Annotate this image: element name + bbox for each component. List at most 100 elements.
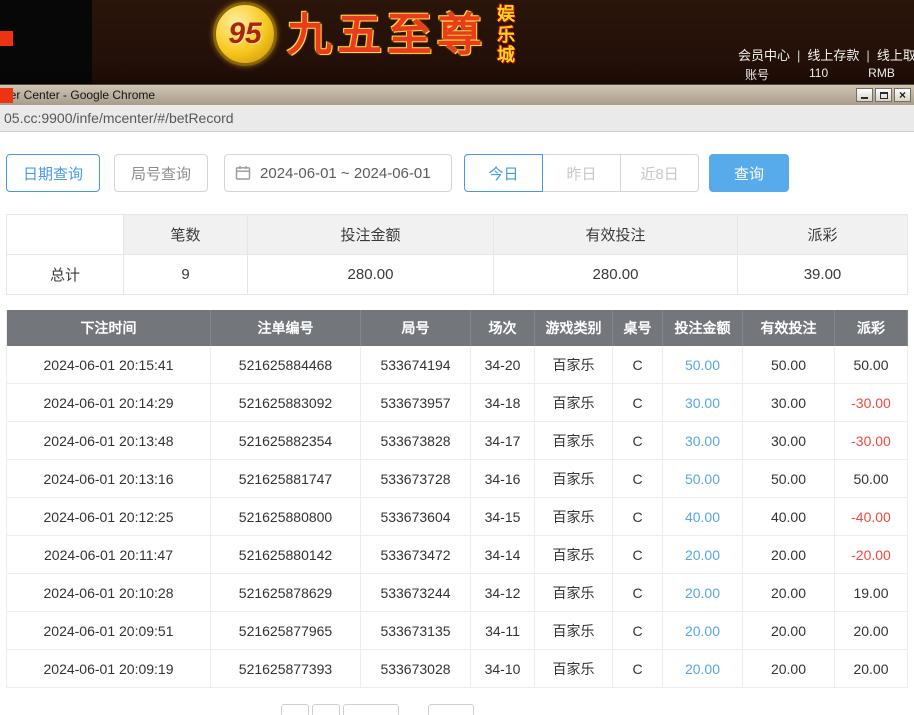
- close-button[interactable]: ×: [894, 88, 911, 102]
- cell-table_no: C: [613, 422, 663, 460]
- window-title-bar[interactable]: ber Center - Google Chrome ×: [0, 85, 914, 105]
- nav-member-center[interactable]: 会员中心: [738, 48, 790, 63]
- maximize-button[interactable]: [875, 88, 892, 102]
- header-payout: 派彩: [835, 310, 908, 346]
- cell-valid: 40.00: [743, 498, 835, 536]
- summary-header-count: 笔数: [124, 215, 248, 255]
- cell-amount[interactable]: 50.00: [663, 346, 743, 384]
- cell-bet_id: 521625877965: [211, 612, 361, 650]
- table-row: 2024-06-01 20:13:16 521625881747 533673728…: [7, 460, 908, 498]
- top-nav: 会员中心 | 线上存款 | 线上取款: [738, 45, 914, 64]
- header-table_no: 桌号: [613, 310, 663, 346]
- pagination-next-button[interactable]: [343, 704, 399, 715]
- cell-payout: -30.00: [835, 384, 908, 422]
- cell-payout: 20.00: [835, 612, 908, 650]
- date-query-tab[interactable]: 日期查询: [6, 154, 101, 192]
- cell-table_no: C: [613, 650, 663, 688]
- date-range-picker[interactable]: 2024-06-01 ~ 2024-06-01: [224, 154, 453, 192]
- window-title: ber Center - Google Chrome: [3, 88, 156, 102]
- summary-header-bet-amount: 投注金额: [248, 215, 494, 255]
- red-marker-window: [0, 88, 13, 103]
- summary-header-valid-bet: 有效投注: [494, 215, 738, 255]
- cell-time: 2024-06-01 20:09:19: [7, 650, 211, 688]
- nav-separator: |: [797, 48, 801, 63]
- cell-amount[interactable]: 20.00: [663, 612, 743, 650]
- pagination-page-button[interactable]: [312, 704, 340, 715]
- cell-round: 533673728: [361, 460, 471, 498]
- cell-payout: -40.00: [835, 498, 908, 536]
- cell-amount[interactable]: 20.00: [663, 574, 743, 612]
- cell-table_no: C: [613, 384, 663, 422]
- last-8-days-button[interactable]: 近8日: [620, 154, 700, 192]
- cell-amount[interactable]: 30.00: [663, 384, 743, 422]
- cell-amount[interactable]: 50.00: [663, 460, 743, 498]
- minimize-button[interactable]: [856, 88, 873, 102]
- bet-table-header: 下注时间 注单编号 局号 场次 游戏类别 桌号 投注金额 有效投注 派彩: [7, 310, 908, 346]
- cell-amount[interactable]: 30.00: [663, 422, 743, 460]
- browser-window: ber Center - Google Chrome × 05.cc:9900/…: [0, 84, 914, 715]
- summary-valid-bet-value: 280.00: [494, 255, 738, 295]
- table-row: 2024-06-01 20:14:29 521625883092 533673957…: [7, 384, 908, 422]
- cell-session: 34-10: [471, 650, 535, 688]
- header-session: 场次: [471, 310, 535, 346]
- cell-game: 百家乐: [535, 498, 613, 536]
- cell-time: 2024-06-01 20:09:51: [7, 612, 211, 650]
- cell-bet_id: 521625883092: [211, 384, 361, 422]
- cell-amount[interactable]: 20.00: [663, 650, 743, 688]
- summary-header-payout: 派彩: [738, 215, 908, 255]
- cell-game: 百家乐: [535, 612, 613, 650]
- cell-session: 34-12: [471, 574, 535, 612]
- calendar-icon: [235, 166, 251, 180]
- logo-coin-icon: 95: [213, 2, 277, 67]
- cell-bet_id: 521625882354: [211, 422, 361, 460]
- today-button[interactable]: 今日: [464, 154, 544, 192]
- cell-session: 34-15: [471, 498, 535, 536]
- cell-time: 2024-06-01 20:14:29: [7, 384, 211, 422]
- header-amount: 投注金额: [663, 310, 743, 346]
- maximize-icon: [879, 91, 888, 99]
- cell-time: 2024-06-01 20:11:47: [7, 536, 211, 574]
- cell-game: 百家乐: [535, 574, 613, 612]
- cell-amount[interactable]: 40.00: [663, 498, 743, 536]
- cell-bet_id: 521625880142: [211, 536, 361, 574]
- cell-session: 34-20: [471, 346, 535, 384]
- url-bar[interactable]: 05.cc:9900/infe/mcenter/#/betRecord: [0, 105, 914, 132]
- red-marker-top: [0, 31, 13, 46]
- table-row: 2024-06-01 20:11:47 521625880142 533673472…: [7, 536, 908, 574]
- cell-session: 34-11: [471, 612, 535, 650]
- page-content: 日期查询 局号查询 2024-06-01 ~ 2024-06-01 今日 昨日 …: [0, 132, 914, 715]
- pagination-prev-button[interactable]: [281, 704, 309, 715]
- summary-header-row: 笔数 投注金额 有效投注 派彩: [7, 215, 908, 255]
- cell-round: 533673244: [361, 574, 471, 612]
- summary-table: 笔数 投注金额 有效投注 派彩 总计 9 280.00 280.00 39.00: [6, 214, 908, 295]
- filter-bar: 日期查询 局号查询 2024-06-01 ~ 2024-06-01 今日 昨日 …: [6, 154, 908, 192]
- account-label: 账号: [745, 68, 770, 82]
- close-icon: ×: [898, 88, 906, 102]
- round-query-tab[interactable]: 局号查询: [114, 154, 209, 192]
- page-size-select[interactable]: [428, 704, 474, 715]
- cell-valid: 20.00: [743, 536, 835, 574]
- date-range-value: 2024-06-01 ~ 2024-06-01: [260, 164, 431, 182]
- search-button[interactable]: 查询: [709, 154, 790, 192]
- yesterday-button[interactable]: 昨日: [542, 154, 622, 192]
- cell-round: 533673135: [361, 612, 471, 650]
- cell-payout: -20.00: [835, 536, 908, 574]
- table-row: 2024-06-01 20:09:19 521625877393 533673028…: [7, 650, 908, 688]
- cell-payout: 19.00: [835, 574, 908, 612]
- cell-round: 533673604: [361, 498, 471, 536]
- summary-total-label: 总计: [7, 255, 124, 295]
- table-row: 2024-06-01 20:10:28 521625878629 533673244…: [7, 574, 908, 612]
- nav-deposit[interactable]: 线上存款: [807, 48, 859, 63]
- summary-total-row: 总计 9 280.00 280.00 39.00: [7, 255, 908, 295]
- quick-range-group: 今日 昨日 近8日: [464, 154, 700, 192]
- cell-bet_id: 521625878629: [211, 574, 361, 612]
- nav-withdraw[interactable]: 线上取款: [877, 48, 914, 63]
- cell-session: 34-14: [471, 536, 535, 574]
- cell-session: 34-18: [471, 384, 535, 422]
- header-valid: 有效投注: [743, 310, 835, 346]
- cell-amount[interactable]: 20.00: [663, 536, 743, 574]
- cell-table_no: C: [613, 536, 663, 574]
- cell-round: 533673472: [361, 536, 471, 574]
- logo-subtitle-char: 娱: [497, 4, 516, 24]
- cell-session: 34-16: [471, 460, 535, 498]
